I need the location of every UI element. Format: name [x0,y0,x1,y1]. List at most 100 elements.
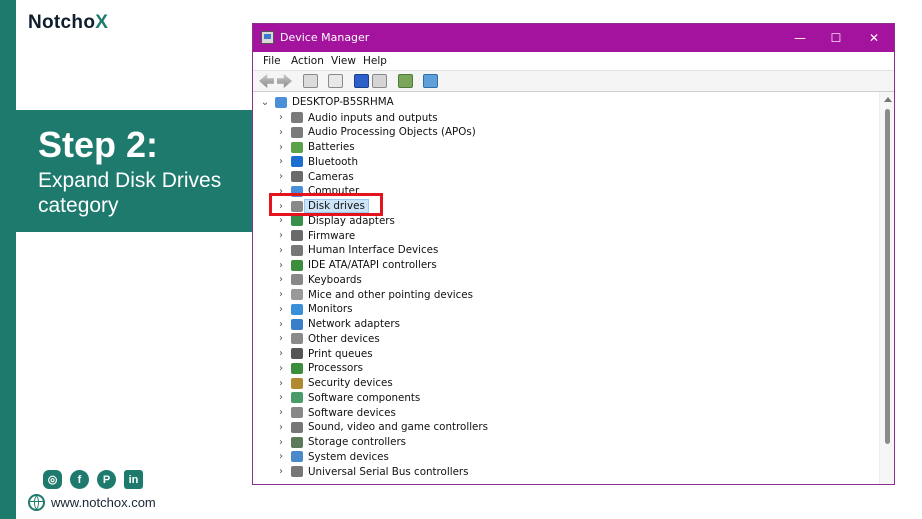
chevron-right-icon[interactable]: › [275,215,287,226]
tree-item-label: Audio Processing Objects (APOs) [308,126,476,139]
device-category-icon [291,112,303,123]
chevron-right-icon[interactable]: › [275,392,287,403]
chevron-right-icon[interactable]: › [275,274,287,285]
device-category-icon [291,289,303,300]
vertical-scrollbar[interactable] [879,92,894,484]
tree-item[interactable]: › Network adapters [275,317,400,331]
chevron-right-icon[interactable]: › [275,348,287,359]
pinterest-icon[interactable]: P [97,470,116,489]
tree-item[interactable]: › System devices [275,450,389,464]
chevron-right-icon[interactable]: › [275,245,287,256]
back-arrow-icon[interactable] [259,74,274,88]
tree-item[interactable]: › Keyboards [275,273,362,287]
tree-item[interactable]: › Storage controllers [275,435,406,449]
tree-item-label: Other devices [308,332,380,345]
tree-item[interactable]: › IDE ATA/ATAPI controllers [275,258,437,272]
chevron-right-icon[interactable]: › [275,142,287,153]
maximize-button[interactable]: ☐ [821,28,851,48]
menu-help[interactable]: Help [363,55,387,67]
chevron-right-icon[interactable]: › [275,289,287,300]
social-links: ◎ f P in [43,470,143,489]
tree-item[interactable]: › Bluetooth [275,155,358,169]
close-button[interactable]: ✕ [859,28,889,48]
menu-file[interactable]: File [263,55,281,67]
tree-item[interactable]: › Other devices [275,332,380,346]
tree-item-label: Storage controllers [308,436,407,448]
scan-hardware-icon[interactable] [423,74,438,88]
tree-item[interactable]: › Processors [275,361,363,375]
chevron-right-icon[interactable]: › [275,363,287,374]
window-title: Device Manager [280,31,370,44]
chevron-right-icon[interactable]: › [275,378,287,389]
update-driver-icon[interactable] [398,74,413,88]
device-category-icon [291,451,303,463]
tree-item[interactable]: › Firmware [275,229,355,243]
properties-icon[interactable] [328,74,343,88]
chevron-right-icon[interactable]: › [275,127,287,138]
chevron-right-icon[interactable]: › [275,319,287,330]
brand-logo: NotchoX [28,12,108,34]
tree-root[interactable]: ⌄ DESKTOP-B5SRHMA [259,95,394,109]
tree-item[interactable]: › Universal Serial Bus controllers [275,465,469,479]
chevron-right-icon[interactable]: › [275,451,287,462]
tree-item[interactable]: › Human Interface Devices [275,243,438,257]
menu-action[interactable]: Action [291,55,324,67]
facebook-icon[interactable]: f [70,470,89,489]
chevron-right-icon[interactable]: › [275,304,287,315]
device-category-icon [291,348,303,359]
tree-item-label: Software devices [308,406,396,419]
tree-item-label: Network adapters [308,318,400,330]
tree-item[interactable]: › Audio Processing Objects (APOs) [275,125,476,139]
tree-item[interactable]: › Audio inputs and outputs [275,111,438,125]
view-icon[interactable] [372,74,387,88]
tree-item-label: Print queues [308,347,373,360]
tree-item[interactable]: › Software devices [275,406,396,420]
chevron-right-icon[interactable]: › [275,407,287,418]
tree-item[interactable]: › Monitors [275,302,353,316]
tree-item[interactable]: › Batteries [275,140,355,154]
chevron-right-icon[interactable]: › [275,230,287,241]
brand-accent: X [95,12,109,33]
chevron-right-icon[interactable]: › [275,260,287,271]
tree-item-label: IDE ATA/ATAPI controllers [308,259,437,271]
chevron-right-icon[interactable]: › [275,466,287,477]
chevron-right-icon[interactable]: › [275,422,287,433]
linkedin-icon[interactable]: in [124,470,143,489]
tree-item-label: Bluetooth [308,155,358,168]
tree-item-label: Display adapters [308,214,395,227]
chevron-right-icon[interactable]: › [275,333,287,344]
root-label: DESKTOP-B5SRHMA [292,96,394,108]
device-category-icon [291,230,303,241]
chevron-right-icon[interactable]: › [275,171,287,182]
forward-arrow-icon[interactable] [277,74,292,88]
tree-item[interactable]: › Software components [275,391,420,405]
scrollbar-thumb[interactable] [885,109,890,444]
chevron-right-icon[interactable]: › [275,156,287,167]
help-icon[interactable] [354,74,369,88]
tree-item-label: Mice and other pointing devices [308,288,474,301]
tree-item[interactable]: › Cameras [275,170,354,184]
menu-view[interactable]: View [331,55,356,67]
tree-item[interactable]: › Print queues [275,347,373,361]
tree-item-label: Audio inputs and outputs [308,111,438,124]
device-manager-icon [261,31,274,44]
tree-item[interactable]: › Sound, video and game controllers [275,420,488,434]
instagram-icon[interactable]: ◎ [43,470,62,489]
tree-item-label: Processors [308,362,363,375]
device-category-icon [291,156,303,168]
chevron-right-icon[interactable]: › [275,437,287,448]
device-category-icon [291,466,303,477]
chevron-down-icon[interactable]: ⌄ [259,97,271,108]
chevron-right-icon[interactable]: › [275,112,287,123]
title-bar[interactable]: Device Manager — ☐ ✕ [253,24,894,52]
tree-item[interactable]: › Mice and other pointing devices [275,288,473,302]
show-hide-tree-icon[interactable] [303,74,318,88]
scroll-up-icon[interactable] [884,97,892,102]
tree-item[interactable]: › Security devices [275,376,393,390]
website-link[interactable]: www.notchox.com [28,494,156,511]
minimize-button[interactable]: — [785,28,815,48]
tree-item-label: Software components [308,391,421,404]
tree-item-label: Keyboards [308,273,362,286]
device-category-icon [291,436,303,448]
tree-item-label: Universal Serial Bus controllers [308,465,469,478]
